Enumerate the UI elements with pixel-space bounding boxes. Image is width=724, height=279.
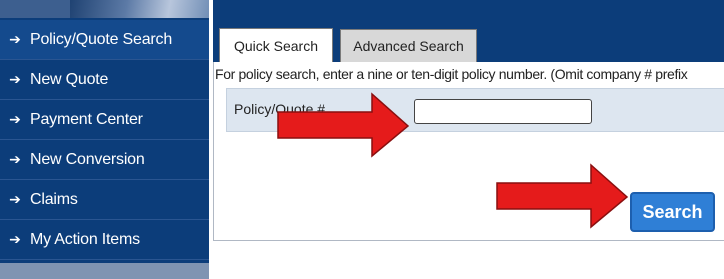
arrow-right-icon: ➔ — [9, 71, 21, 88]
sidebar-item-policy-quote-search[interactable]: ➔ Policy/Quote Search — [0, 20, 209, 60]
sidebar-item-label: My Action Items — [30, 230, 140, 248]
sidebar-item-new-quote[interactable]: ➔ New Quote — [0, 60, 209, 100]
sidebar-item-label: New Quote — [30, 70, 109, 88]
header-image-decoration — [70, 0, 209, 18]
sidebar-item-label: Claims — [30, 190, 78, 208]
tab-strip: Quick Search Advanced Search — [213, 18, 724, 62]
sidebar-item-label: New Conversion — [30, 150, 145, 168]
sidebar-item-my-action-items[interactable]: ➔ My Action Items — [0, 220, 209, 260]
sidebar-item-label: Policy/Quote Search — [30, 30, 173, 48]
sidebar: ➔ Policy/Quote Search ➔ New Quote ➔ Paym… — [0, 0, 209, 279]
sidebar-item-label: Payment Center — [30, 110, 143, 128]
arrow-right-icon: ➔ — [9, 111, 21, 128]
policy-quote-input[interactable] — [414, 99, 592, 124]
red-arrow-to-input-icon — [277, 92, 410, 158]
search-button[interactable]: Search — [630, 192, 715, 232]
search-instructions: For policy search, enter a nine or ten-d… — [215, 66, 688, 82]
arrow-right-icon: ➔ — [9, 31, 21, 48]
tab-quick-search[interactable]: Quick Search — [219, 28, 333, 62]
arrow-right-icon: ➔ — [9, 231, 21, 248]
sidebar-item-claims[interactable]: ➔ Claims — [0, 180, 209, 220]
sidebar-footer — [0, 263, 209, 279]
arrow-right-icon: ➔ — [9, 151, 21, 168]
sidebar-item-new-conversion[interactable]: ➔ New Conversion — [0, 140, 209, 180]
top-banner — [209, 0, 724, 18]
tab-advanced-search[interactable]: Advanced Search — [340, 29, 477, 62]
red-arrow-to-search-button-icon — [496, 163, 629, 229]
sidebar-item-payment-center[interactable]: ➔ Payment Center — [0, 100, 209, 140]
arrow-right-icon: ➔ — [9, 191, 21, 208]
sidebar-header-image — [0, 0, 209, 18]
